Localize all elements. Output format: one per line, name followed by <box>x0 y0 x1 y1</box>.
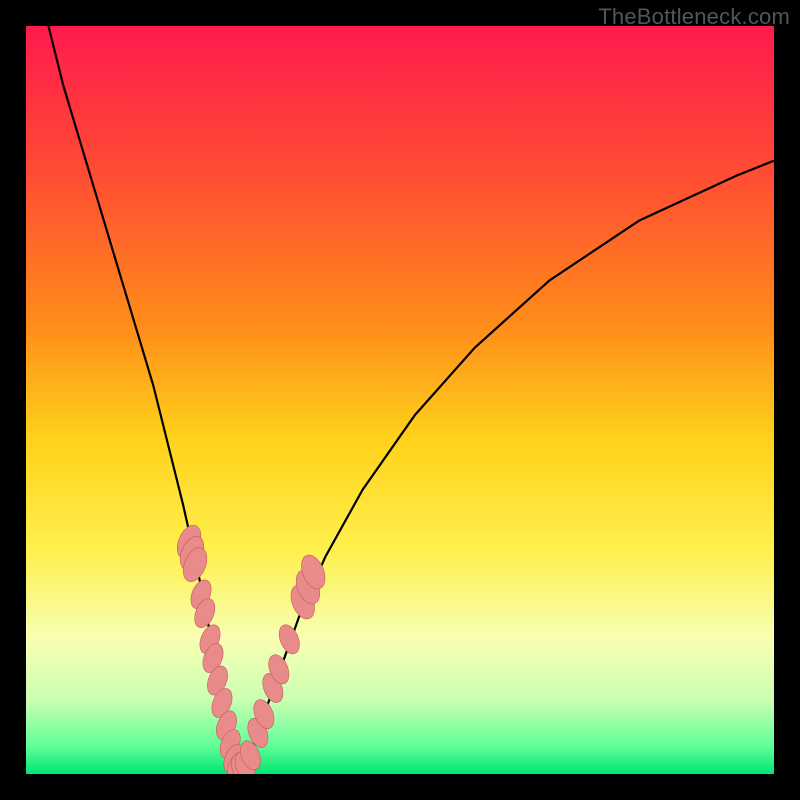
chart-frame <box>26 26 774 774</box>
gradient-background <box>26 26 774 774</box>
watermark-text: TheBottleneck.com <box>598 4 790 30</box>
bottleneck-chart <box>26 26 774 774</box>
